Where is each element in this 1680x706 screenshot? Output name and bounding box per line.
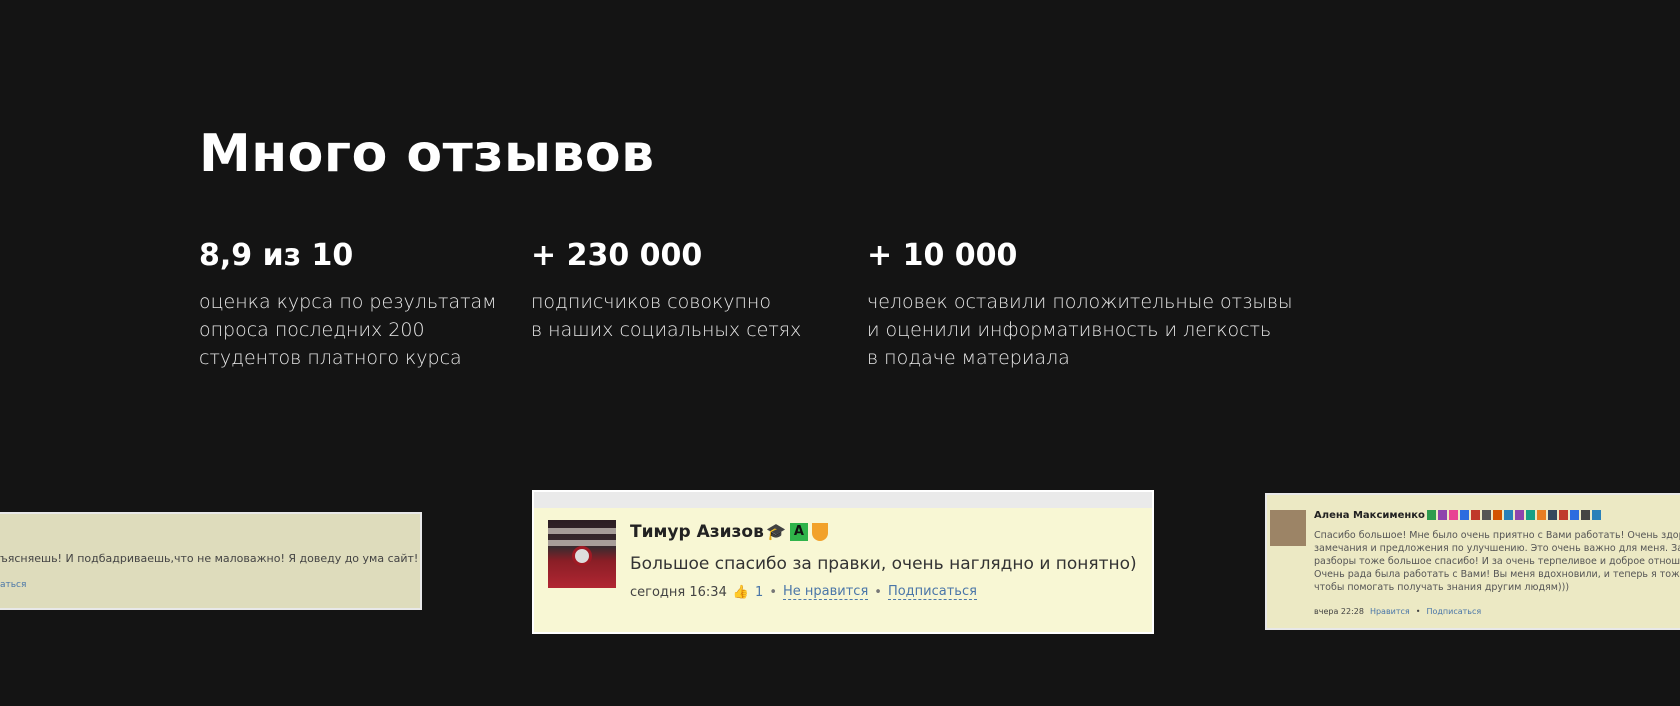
badge-icon — [1526, 510, 1535, 520]
separator-dot: • — [1415, 607, 1421, 616]
stat-reviews: + 10 000 человек оставили положительные … — [867, 238, 1293, 372]
like-link[interactable]: Нравится — [1370, 607, 1410, 616]
stat-description: оценка курса по результатам опроса после… — [199, 288, 497, 372]
separator-dot: • — [874, 584, 882, 600]
shield-icon — [572, 546, 592, 566]
stat-line: в наших социальных сетях — [531, 319, 802, 341]
review-line: Очень рада была работать с Вами! Вы меня… — [1314, 569, 1680, 580]
graduation-cap-icon: 🎓 — [766, 522, 786, 541]
stat-value: + 230 000 — [531, 238, 703, 273]
badge-icon — [1471, 510, 1480, 520]
badge-icon — [1449, 510, 1458, 520]
badge-icon — [1570, 510, 1579, 520]
stat-line: подписчиков совокупно — [531, 291, 771, 313]
shield-badge-icon — [811, 522, 828, 541]
stat-line: оценка курса по результатам — [199, 291, 497, 313]
review-comment: Спасибо большое! Мне было очень приятно … — [1314, 529, 1680, 594]
dislike-link[interactable]: Не нравится — [782, 584, 869, 600]
badge-icon — [1438, 510, 1447, 520]
review-text: ъясняешь! И подбадриваешь,что не маловаж… — [0, 552, 420, 565]
stat-description: человек оставили положительные отзывы и … — [867, 288, 1293, 372]
stat-line: студентов платного курса — [199, 347, 462, 369]
badge-icon — [1548, 510, 1557, 520]
badge-icon — [1427, 510, 1436, 520]
badge-icon — [1559, 510, 1568, 520]
review-meta: сегодня 16:34 👍 1 • Не нравится • Подпис… — [630, 584, 977, 600]
review-screenshot-left[interactable]: ъясняешь! И подбадриваешь,что не маловаж… — [0, 512, 422, 610]
stat-line: опроса последних 200 — [199, 319, 425, 341]
stat-value: + 10 000 — [867, 238, 1018, 273]
review-comment: Большое спасибо за правки, очень наглядн… — [630, 554, 1137, 574]
author-badges — [1427, 510, 1601, 520]
review-header-bar — [534, 492, 1152, 508]
review-author[interactable]: Тимур Азизов — [630, 522, 764, 542]
avatar — [1270, 510, 1306, 546]
stat-subscribers: + 230 000 подписчиков совокупно в наших … — [531, 238, 801, 344]
like-count: 1 — [755, 584, 764, 600]
review-meta: вчера 22:28 Нравится • Подписаться — [1314, 607, 1481, 616]
review-screenshot-right[interactable]: Алена Максименко Спасибо большое! Мне бы… — [1265, 493, 1680, 630]
review-time: сегодня 16:34 — [630, 584, 727, 600]
stat-value: 8,9 из 10 — [199, 238, 354, 273]
avatar — [548, 520, 616, 588]
review-line: разборы тоже большое спасибо! И за очень… — [1314, 556, 1680, 567]
review-line: замечания и предложения по улучшению. Эт… — [1314, 543, 1680, 554]
subscribe-link[interactable]: Подписаться — [1426, 607, 1481, 616]
review-line: чтобы помогать получать знания другим лю… — [1314, 582, 1570, 593]
stat-rating: 8,9 из 10 оценка курса по результатам оп… — [199, 238, 497, 372]
review-author[interactable]: Алена Максименко — [1314, 510, 1425, 521]
badge-icon — [1537, 510, 1546, 520]
review-time: вчера 22:28 — [1314, 607, 1364, 616]
stat-line: человек оставили положительные отзывы — [867, 291, 1293, 313]
subscribe-link[interactable]: Подписаться — [887, 584, 977, 600]
badge-icon — [1515, 510, 1524, 520]
letter-a-badge-icon: A — [789, 522, 808, 541]
section-title: Много отзывов — [199, 124, 655, 184]
author-badges: 🎓 A — [766, 522, 828, 541]
review-line: Спасибо большое! Мне было очень приятно … — [1314, 530, 1680, 541]
review-screenshot-middle[interactable]: Тимур Азизов 🎓 A Большое спасибо за прав… — [532, 490, 1154, 634]
separator-dot: • — [769, 584, 777, 600]
badge-icon — [1460, 510, 1469, 520]
stat-description: подписчиков совокупно в наших социальных… — [531, 288, 801, 344]
stat-line: и оценили информативность и легкость — [867, 319, 1272, 341]
badge-icon — [1581, 510, 1590, 520]
badge-icon — [1482, 510, 1491, 520]
thumbs-up-icon[interactable]: 👍 — [733, 585, 749, 600]
badge-icon — [1592, 510, 1601, 520]
badge-icon — [1504, 510, 1513, 520]
review-link[interactable]: аться — [0, 580, 26, 590]
stat-line: в подаче материала — [867, 347, 1070, 369]
badge-icon — [1493, 510, 1502, 520]
